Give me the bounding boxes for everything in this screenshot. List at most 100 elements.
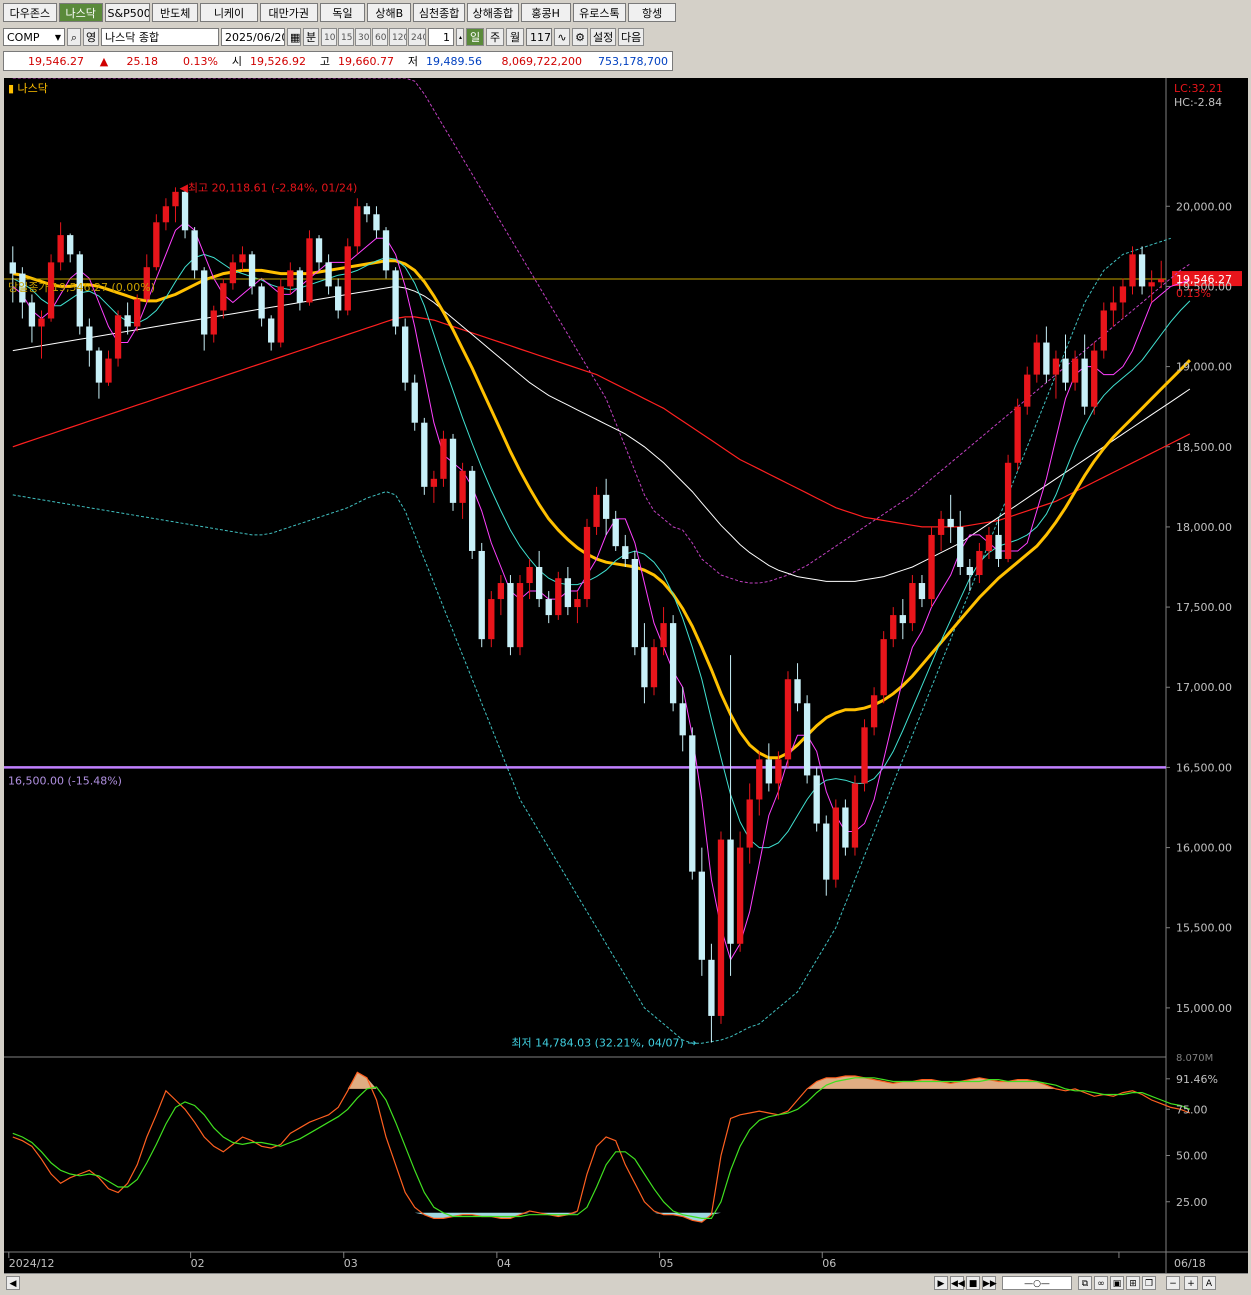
interval-button-10[interactable]: 10 [321, 28, 337, 46]
zoom-out-icon[interactable]: − [1166, 1276, 1180, 1290]
candle-body [38, 318, 45, 327]
candle-body [660, 623, 667, 648]
date-tick-label: 03 [344, 1257, 358, 1270]
chart-canvas[interactable]: 20,000.0019,500.0019,000.0018,500.0018,0… [4, 78, 1248, 1273]
tab-2[interactable]: S&P500 [104, 3, 151, 22]
interval-button-30[interactable]: 30 [355, 28, 371, 46]
candle-body [1148, 282, 1155, 287]
tab-9[interactable]: 상해종합 [466, 3, 519, 22]
tab-12[interactable]: 항셍 [628, 3, 677, 22]
bar-count-field[interactable]: 117 [526, 28, 552, 46]
candle-body [373, 214, 380, 231]
candle-body [1158, 279, 1165, 283]
quote-price: 19,546.27 [28, 54, 84, 68]
tab-8[interactable]: 심천종합 [413, 3, 465, 22]
month-period-button[interactable]: 월 [506, 28, 524, 46]
tab-6[interactable]: 독일 [319, 3, 366, 22]
stop-icon[interactable]: ■ [966, 1276, 980, 1290]
minute-period-button[interactable]: 분 [303, 28, 319, 46]
tab-1[interactable]: 나스닥 [58, 3, 103, 22]
candle-body [746, 799, 753, 848]
candle-body [899, 615, 906, 624]
candle-body [468, 470, 476, 551]
code-select[interactable]: COMP ▼ [3, 28, 65, 46]
candle-body [650, 647, 658, 688]
lang-toggle-button[interactable]: 영 [83, 28, 99, 46]
scroll-left-icon[interactable]: ◀ [6, 1276, 20, 1290]
quote-change: 25.18 [126, 54, 159, 68]
gear-icon[interactable]: ⚙ [572, 28, 588, 46]
settings-button[interactable]: 설정 [590, 28, 616, 46]
zoom-slider[interactable]: —○— [1002, 1276, 1072, 1290]
tab-11[interactable]: 유로스톡 [572, 3, 627, 22]
alert-line-label: 16,500.00 (-15.48%) [8, 774, 122, 787]
hc-label: HC:-2.84 [1174, 96, 1222, 109]
chart-scrollbar[interactable]: ◀ ▶ ◀◀ ■ ▶▶ —○— ⧉ ∞ ▣ ⊞ ❐ − + A [4, 1273, 1248, 1292]
interval-button-120[interactable]: 120 [389, 28, 407, 46]
price-tick-label: 20,000.00 [1176, 200, 1232, 213]
candle-body [363, 206, 371, 215]
tab-5[interactable]: 대만가권 [259, 3, 318, 22]
price-tick-label: 17,500.00 [1176, 601, 1232, 614]
interval-button-15[interactable]: 15 [338, 28, 354, 46]
rewind-icon[interactable]: ◀◀ [950, 1276, 965, 1290]
tab-0[interactable]: 다우존스 [3, 3, 57, 22]
link-icon[interactable]: ∞ [1094, 1276, 1108, 1290]
candle-body [210, 310, 217, 335]
tab-3[interactable]: 반도체 [152, 3, 199, 22]
group-icon[interactable]: ▣ [1110, 1276, 1124, 1290]
candle-body [1081, 358, 1088, 407]
price-tick-label: 15,000.00 [1176, 1002, 1232, 1015]
forward-icon[interactable]: ▶▶ [982, 1276, 997, 1290]
spinner-icon[interactable]: ▴ [456, 28, 464, 46]
candle-body [564, 578, 572, 608]
chart-toolbar: COMP ▼ ⌕ 영 나스닥 종합 2025/06/20 ▦ 분 10 15 30 6… [0, 26, 676, 48]
candle-body [411, 382, 418, 423]
low-annotation: 최저 14,784.03 (32.21%, 04/07) → [511, 1037, 696, 1050]
scroll-right-icon[interactable]: ▶ [934, 1276, 948, 1290]
quote-open: 19,526.92 [250, 54, 306, 68]
candle-body [229, 262, 237, 284]
interval-button-240[interactable]: 240 [408, 28, 426, 46]
interval-button-60[interactable]: 60 [372, 28, 388, 46]
day-period-button[interactable]: 일 [466, 28, 484, 46]
grid-icon[interactable]: ⊞ [1126, 1276, 1140, 1290]
week-period-button[interactable]: 주 [486, 28, 504, 46]
search-icon[interactable]: ⌕ [67, 28, 81, 46]
zoom-in-icon[interactable]: + [1184, 1276, 1198, 1290]
candle-body [1014, 406, 1021, 463]
window-icon[interactable]: ❐ [1142, 1276, 1156, 1290]
candle-body [985, 534, 993, 551]
tab-7[interactable]: 상해B [367, 3, 412, 22]
low-label: 저 [407, 55, 418, 68]
candle-body [67, 235, 74, 255]
quote-bar: 19,546.27 ▲ 25.18 0.13% 시 19,526.92 고 19… [3, 51, 673, 71]
candle-body [995, 534, 1002, 559]
candle-body [928, 534, 935, 600]
line-tool-icon[interactable]: ∿ [554, 28, 570, 46]
candle-body [574, 599, 581, 608]
chevron-down-icon: ▼ [54, 33, 61, 42]
price-tick-label: 19,000.00 [1176, 361, 1232, 374]
candle-body [918, 583, 926, 600]
next-button[interactable]: 다음 [618, 28, 644, 46]
tab-10[interactable]: 홍콩H [520, 3, 571, 22]
candle-body [287, 270, 294, 287]
price-chart[interactable]: 20,000.00 19,500.00 19,000.00 18,500.00 18,0… [4, 78, 1248, 1273]
quote-change-pct: 0.13% [183, 54, 218, 68]
candle-body [775, 759, 782, 784]
copy-icon[interactable]: ⧉ [1078, 1276, 1092, 1290]
candle-body [430, 478, 438, 487]
candle-body [851, 783, 859, 848]
date-field[interactable]: 2025/06/20 [221, 28, 285, 46]
index-name-field[interactable]: 나스닥 종합 [101, 28, 219, 46]
text-tool-icon[interactable]: A [1202, 1276, 1216, 1290]
open-label: 시 [231, 55, 242, 68]
interval-count-field[interactable]: 1 [428, 28, 454, 46]
candle-body [440, 438, 447, 479]
osc-tick-label: 25.00 [1176, 1196, 1208, 1209]
calendar-icon[interactable]: ▦ [287, 28, 301, 46]
tab-4[interactable]: 니케이 [200, 3, 258, 22]
candle-body [296, 270, 304, 303]
osc-tick-label: 91.46% [1176, 1073, 1218, 1086]
